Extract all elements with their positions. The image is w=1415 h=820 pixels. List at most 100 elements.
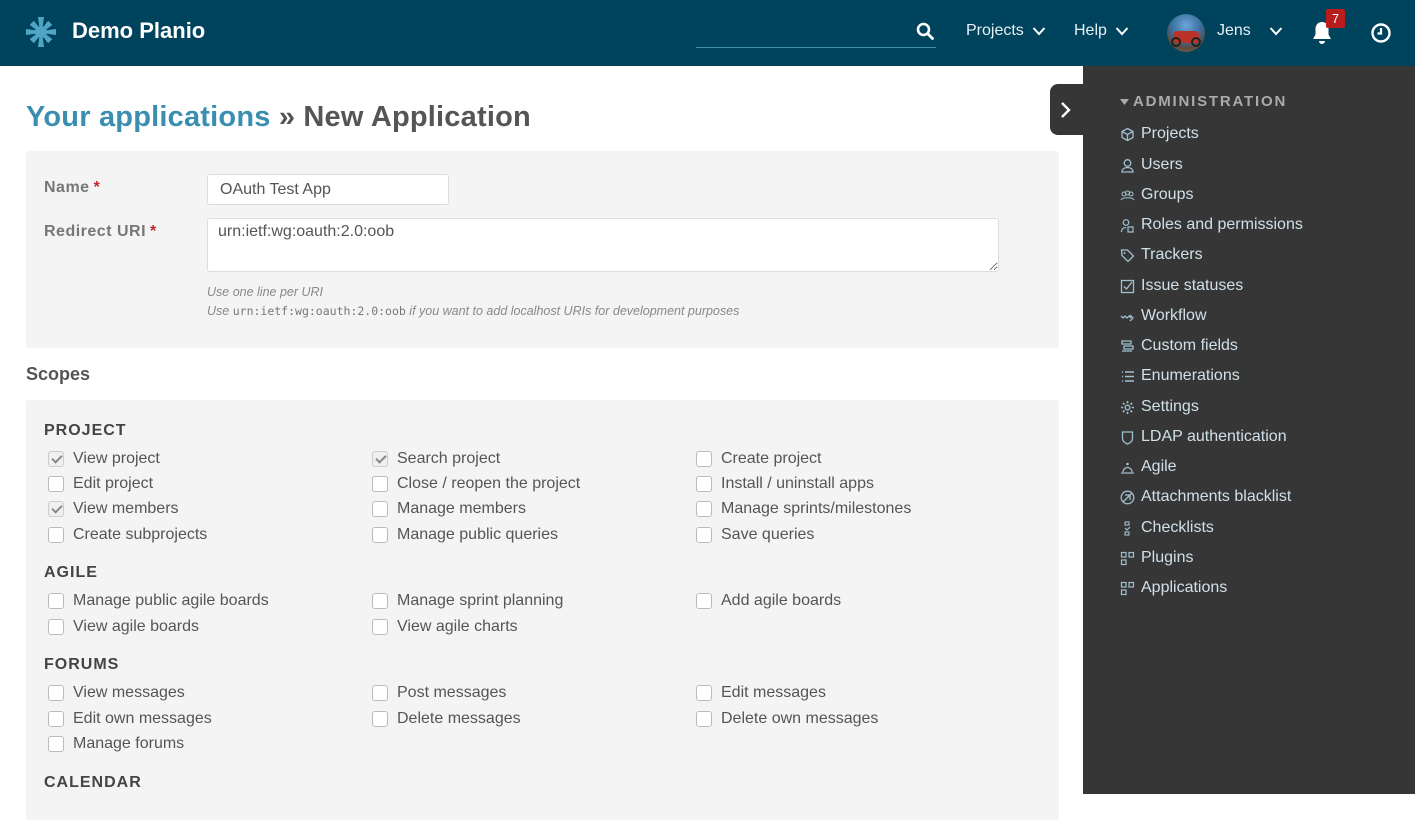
sidebar-item-projects[interactable]: Projects (1120, 125, 1199, 143)
checkbox-unchecked-icon[interactable] (696, 711, 712, 727)
help-menu[interactable]: Help (1074, 22, 1129, 40)
checkbox-unchecked-icon[interactable] (372, 501, 388, 517)
checkbox-unchecked-icon[interactable] (372, 476, 388, 492)
avatar[interactable] (1167, 14, 1205, 52)
sidebar-item-applications[interactable]: Applications (1120, 579, 1227, 597)
main-content: Your applications » New Application Name… (0, 66, 1083, 820)
shield-icon (1121, 430, 1134, 445)
checkbox-unchecked-icon[interactable] (696, 476, 712, 492)
checkbox-unchecked-icon[interactable] (696, 527, 712, 543)
sidebar-item-label: Custom fields (1141, 337, 1238, 354)
sidebar-item-ldap-authentication[interactable]: LDAP authentication (1120, 428, 1287, 446)
scope-checkbox[interactable]: View messages (48, 684, 185, 702)
sidebar-item-checklists[interactable]: Checklists (1120, 519, 1214, 537)
scope-label: Post messages (397, 684, 507, 701)
scope-checkbox[interactable]: Delete own messages (696, 710, 878, 728)
scope-label: Delete own messages (721, 710, 879, 727)
scope-checkbox[interactable]: View project (48, 450, 160, 468)
custom-fields-icon (1121, 339, 1134, 352)
checkbox-unchecked-icon[interactable] (696, 501, 712, 517)
breadcrumb-your-applications[interactable]: Your applications (26, 101, 271, 133)
scope-checkbox[interactable]: Create project (696, 450, 822, 468)
sidebar-item-trackers[interactable]: Trackers (1120, 246, 1203, 264)
user-menu[interactable]: Jens (1217, 22, 1283, 40)
checkbox-unchecked-icon[interactable] (372, 527, 388, 543)
checkbox-unchecked-icon[interactable] (696, 685, 712, 701)
checkbox-unchecked-icon[interactable] (48, 593, 64, 609)
clock-icon[interactable] (1370, 22, 1392, 44)
sidebar-item-settings[interactable]: Settings (1120, 398, 1199, 416)
scope-label: Edit project (73, 475, 154, 492)
sidebar-item-groups[interactable]: Groups (1120, 186, 1193, 204)
checkbox-checked-icon[interactable] (48, 451, 64, 467)
admin-sidebar: ADMINISTRATION Projects Users Groups Roles … (1083, 66, 1415, 794)
planio-logo-icon[interactable] (25, 16, 57, 48)
checkbox-unchecked-icon[interactable] (48, 527, 64, 543)
checkbox-unchecked-icon[interactable] (696, 451, 712, 467)
scope-checkbox[interactable]: Post messages (372, 684, 506, 702)
scope-checkbox[interactable]: Manage forums (48, 735, 184, 753)
sidebar-item-enumerations[interactable]: Enumerations (1120, 367, 1240, 385)
checkbox-checked-icon[interactable] (372, 451, 388, 467)
scope-checkbox[interactable]: Save queries (696, 526, 814, 544)
checkbox-unchecked-icon[interactable] (48, 685, 64, 701)
checkbox-unchecked-icon[interactable] (372, 619, 388, 635)
scope-checkbox[interactable]: View agile boards (48, 618, 199, 636)
scope-checkbox[interactable]: Manage sprints/milestones (696, 500, 911, 518)
scope-section-heading: AGILE (44, 564, 98, 581)
agile-icon (1121, 462, 1134, 474)
sidebar-item-label: Attachments blacklist (1141, 488, 1292, 505)
chevron-down-icon (1032, 27, 1046, 36)
sidebar-item-label: Groups (1141, 186, 1194, 203)
checkbox-unchecked-icon[interactable] (48, 619, 64, 635)
scope-checkbox[interactable]: Manage sprint planning (372, 592, 563, 610)
sidebar-toggle-button[interactable] (1050, 84, 1084, 135)
sidebar-item-workflow[interactable]: Workflow (1120, 307, 1207, 325)
scope-checkbox[interactable]: Create subprojects (48, 526, 207, 544)
scope-checkbox[interactable]: Close / reopen the project (372, 475, 580, 493)
scope-checkbox[interactable]: Install / uninstall apps (696, 475, 874, 493)
scope-label: Edit own messages (73, 710, 212, 727)
sidebar-item-users[interactable]: Users (1120, 156, 1183, 174)
checkbox-checked-icon[interactable] (48, 501, 64, 517)
sidebar-item-label: Settings (1141, 398, 1199, 415)
scope-checkbox[interactable]: Edit own messages (48, 710, 212, 728)
scope-checkbox[interactable]: Delete messages (372, 710, 521, 728)
scope-label: Manage forums (73, 735, 185, 752)
hint-one-line: Use one line per URI (207, 285, 324, 299)
sidebar-item-attachments-blacklist[interactable]: Attachments blacklist (1120, 488, 1291, 506)
redirect-uri-field[interactable]: urn:ietf:wg:oauth:2.0:oob (207, 218, 999, 272)
search-input[interactable] (696, 16, 906, 46)
scope-label: Delete messages (397, 710, 521, 727)
search-icon[interactable] (916, 22, 934, 40)
scope-checkbox[interactable]: Edit messages (696, 684, 826, 702)
checkbox-unchecked-icon[interactable] (48, 711, 64, 727)
checkbox-unchecked-icon[interactable] (372, 685, 388, 701)
sidebar-item-custom-fields[interactable]: Custom fields (1120, 337, 1238, 355)
checkbox-unchecked-icon[interactable] (48, 476, 64, 492)
scope-checkbox[interactable]: Add agile boards (696, 592, 841, 610)
scope-checkbox[interactable]: Manage members (372, 500, 526, 518)
sidebar-heading[interactable]: ADMINISTRATION (1120, 93, 1287, 110)
scope-checkbox[interactable]: View agile charts (372, 618, 518, 636)
sidebar-item-issue-statuses[interactable]: Issue statuses (1120, 277, 1243, 295)
scope-section-heading: PROJECT (44, 422, 127, 439)
projects-menu[interactable]: Projects (966, 22, 1046, 40)
scope-checkbox[interactable]: View members (48, 500, 179, 518)
checkbox-unchecked-icon[interactable] (372, 593, 388, 609)
scope-checkbox[interactable]: Manage public queries (372, 526, 558, 544)
checkbox-unchecked-icon[interactable] (48, 736, 64, 752)
sidebar-item-plugins[interactable]: Plugins (1120, 549, 1193, 567)
hint-oob: Use urn:ietf:wg:oauth:2.0:oob if you wan… (207, 304, 740, 318)
checkbox-unchecked-icon[interactable] (372, 711, 388, 727)
notification-badge[interactable]: 7 (1326, 9, 1345, 28)
scope-checkbox[interactable]: Search project (372, 450, 500, 468)
sidebar-item-agile[interactable]: Agile (1120, 458, 1177, 476)
sidebar-item-roles-and-permissions[interactable]: Roles and permissions (1120, 216, 1303, 234)
scope-checkbox[interactable]: Edit project (48, 475, 153, 493)
checkbox-unchecked-icon[interactable] (696, 593, 712, 609)
list-icon (1122, 370, 1134, 382)
scope-checkbox[interactable]: Manage public agile boards (48, 592, 269, 610)
name-field[interactable] (207, 174, 449, 205)
app-title[interactable]: Demo Planio (72, 18, 205, 44)
